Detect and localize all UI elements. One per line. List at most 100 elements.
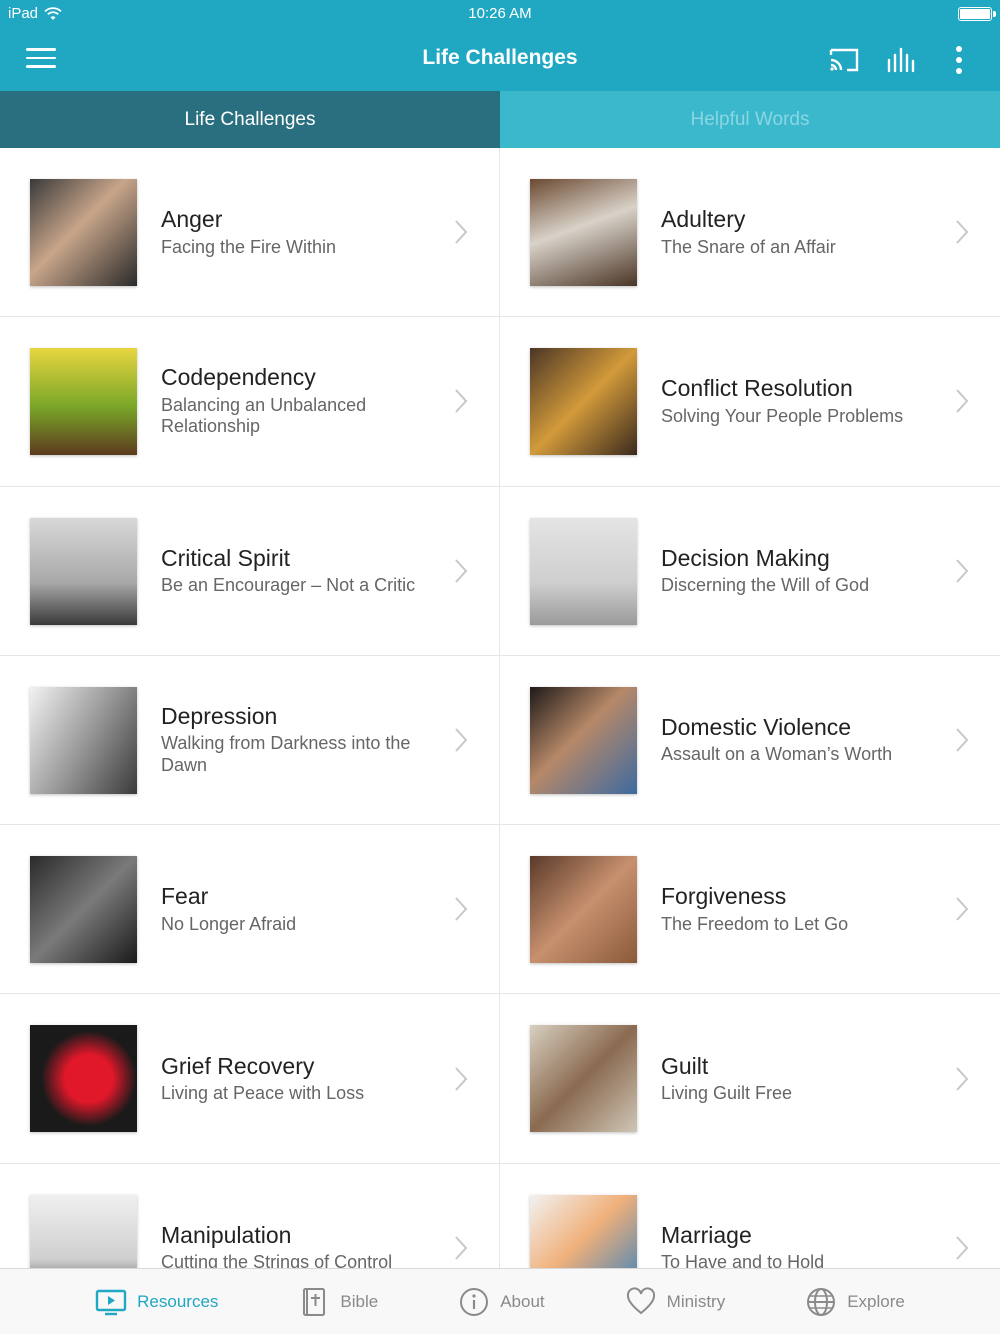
bottom-tab-ministry[interactable]: Ministry	[585, 1269, 766, 1334]
topic-subtitle: The Freedom to Let Go	[661, 913, 849, 934]
bottom-tab-label: Resources	[137, 1292, 219, 1311]
bible-icon	[303, 1288, 326, 1316]
topic-text: Conflict Resolution Solving Your People P…	[661, 375, 940, 427]
topic-text: Guilt Living Guilt Free	[661, 1053, 940, 1105]
globe-icon	[807, 1288, 836, 1316]
topic-thumbnail	[530, 348, 637, 456]
battery-icon	[958, 7, 996, 21]
chevron-right-icon	[956, 728, 969, 752]
chevron-right-icon	[455, 389, 468, 414]
topic-subtitle: Cutting the Strings of Control	[161, 1252, 393, 1268]
topic-subtitle: No Longer Afraid	[161, 913, 297, 934]
topic-title: Grief Recovery	[161, 1052, 315, 1079]
chevron-right-icon	[455, 1066, 468, 1091]
chevron-right-icon	[956, 1236, 969, 1260]
topic-subtitle: Be an Encourager – Not a Critic	[161, 575, 416, 596]
topic-item-decision-making[interactable]: Decision Making Discerning the Will of Go…	[500, 487, 1000, 656]
topic-thumbnail	[530, 1194, 637, 1268]
topic-title: Adultery	[661, 206, 746, 233]
topic-item-codependency[interactable]: Codependency Balancing an Unbalanced Rela…	[0, 317, 500, 487]
topic-title: Decision Making	[661, 544, 830, 571]
chevron-right-icon	[455, 1236, 468, 1260]
topic-subtitle: Assault on a Woman’s Worth	[661, 744, 893, 765]
topic-list[interactable]: Anger Facing the Fire Within Adultery The S…	[0, 148, 1000, 1268]
topic-subtitle: Living Guilt Free	[661, 1083, 793, 1104]
status-time: 10:26 AM	[468, 5, 532, 22]
topic-title: Manipulation	[161, 1221, 292, 1248]
audio-bars-icon[interactable]	[883, 42, 919, 78]
topic-title: Marriage	[661, 1221, 752, 1248]
tab-life-challenges[interactable]: Life Challenges	[0, 91, 500, 148]
topic-subtitle: The Snare of an Affair	[661, 236, 836, 257]
status-bar: iPad 10:26 AM	[0, 0, 1000, 28]
topic-title: Fear	[161, 883, 209, 910]
top-bar: iPad 10:26 AM Life Challenges	[0, 0, 1000, 91]
chevron-right-icon	[956, 220, 969, 244]
topic-subtitle: Facing the Fire Within	[161, 236, 337, 257]
chevron-right-icon	[455, 559, 468, 583]
topic-title: Anger	[161, 206, 223, 233]
topic-item-grief-recovery[interactable]: Grief Recovery Living at Peace with Loss	[0, 994, 500, 1164]
bottom-tab-bar: Resources Bible About Ministry Explore	[0, 1268, 1000, 1334]
topic-text: Decision Making Discerning the Will of Go…	[661, 545, 940, 597]
cast-icon[interactable]	[826, 42, 862, 78]
topic-item-guilt[interactable]: Guilt Living Guilt Free	[500, 994, 1000, 1164]
topic-subtitle: Living at Peace with Loss	[161, 1083, 365, 1104]
monitor-play-icon	[95, 1289, 127, 1316]
topic-item-fear[interactable]: Fear No Longer Afraid	[0, 825, 500, 995]
topic-subtitle: Solving Your People Problems	[661, 405, 904, 426]
chevron-right-icon	[956, 1066, 969, 1091]
topic-text: Forgiveness The Freedom to Let Go	[661, 883, 940, 935]
topic-thumbnail	[530, 686, 637, 794]
topic-item-marriage[interactable]: Marriage To Have and to Hold	[500, 1164, 1000, 1268]
more-options-icon[interactable]	[941, 42, 977, 78]
info-icon	[460, 1288, 489, 1316]
topic-thumbnail	[30, 1025, 137, 1133]
chevron-right-icon	[455, 728, 468, 752]
bottom-tab-about[interactable]: About	[418, 1269, 584, 1334]
chevron-right-icon	[956, 389, 969, 414]
topic-title: Conflict Resolution	[661, 375, 853, 402]
bottom-tab-bible[interactable]: Bible	[258, 1269, 418, 1334]
topic-thumbnail	[530, 179, 637, 286]
topic-subtitle: Discerning the Will of God	[661, 575, 870, 596]
topic-text: Marriage To Have and to Hold	[661, 1222, 940, 1268]
topic-thumbnail	[30, 686, 137, 794]
topic-item-manipulation[interactable]: Manipulation Cutting the Strings of Contr…	[0, 1163, 500, 1268]
topic-text: Domestic Violence Assault on a Woman’s Wo…	[661, 714, 940, 766]
chevron-right-icon	[956, 559, 969, 583]
bottom-tab-explore[interactable]: Explore	[765, 1269, 945, 1334]
topic-text: Codependency Balancing an Unbalanced Rela…	[161, 365, 439, 439]
topic-item-forgiveness[interactable]: Forgiveness The Freedom to Let Go	[500, 825, 1000, 995]
topic-text: Adultery The Snare of an Affair	[661, 206, 940, 258]
topic-item-depression[interactable]: Depression Walking from Darkness into the…	[0, 655, 500, 826]
bottom-tab-label: Bible	[340, 1292, 379, 1311]
nav-bar: Life Challenges	[0, 28, 1000, 91]
topic-item-critical-spirit[interactable]: Critical Spirit Be an Encourager – Not a …	[0, 486, 500, 656]
topic-item-anger[interactable]: Anger Facing the Fire Within	[0, 148, 500, 318]
chevron-right-icon	[956, 897, 969, 922]
bottom-tab-label: Ministry	[666, 1292, 726, 1311]
topic-title: Domestic Violence	[661, 714, 852, 741]
topic-subtitle: Balancing an Unbalanced Relationship	[161, 395, 367, 437]
topic-thumbnail	[30, 179, 137, 286]
topic-grid: Anger Facing the Fire Within Adultery The S…	[0, 148, 1000, 1268]
tab-helpful-words[interactable]: Helpful Words	[500, 91, 1000, 148]
chevron-right-icon	[455, 897, 468, 922]
topic-text: Grief Recovery Living at Peace with Loss	[161, 1053, 439, 1105]
topic-item-adultery[interactable]: Adultery The Snare of an Affair	[500, 148, 1000, 318]
topic-text: Manipulation Cutting the Strings of Contr…	[161, 1222, 439, 1268]
bottom-tab-resources[interactable]: Resources	[55, 1269, 258, 1334]
topic-thumbnail	[30, 856, 137, 964]
chevron-right-icon	[455, 220, 468, 244]
topic-text: Anger Facing the Fire Within	[161, 206, 439, 258]
topic-thumbnail	[30, 348, 137, 456]
topic-thumbnail	[530, 856, 637, 964]
segment-tabs: Life Challenges Helpful Words	[0, 91, 1000, 148]
topic-title: Guilt	[661, 1052, 709, 1079]
topic-item-domestic-violence[interactable]: Domestic Violence Assault on a Woman’s Wo…	[500, 656, 1000, 826]
topic-text: Critical Spirit Be an Encourager – Not a …	[161, 545, 439, 597]
topic-title: Forgiveness	[661, 883, 787, 910]
topic-item-conflict-resolution[interactable]: Conflict Resolution Solving Your People P…	[500, 317, 1000, 487]
bottom-tab-label: About	[500, 1292, 545, 1311]
